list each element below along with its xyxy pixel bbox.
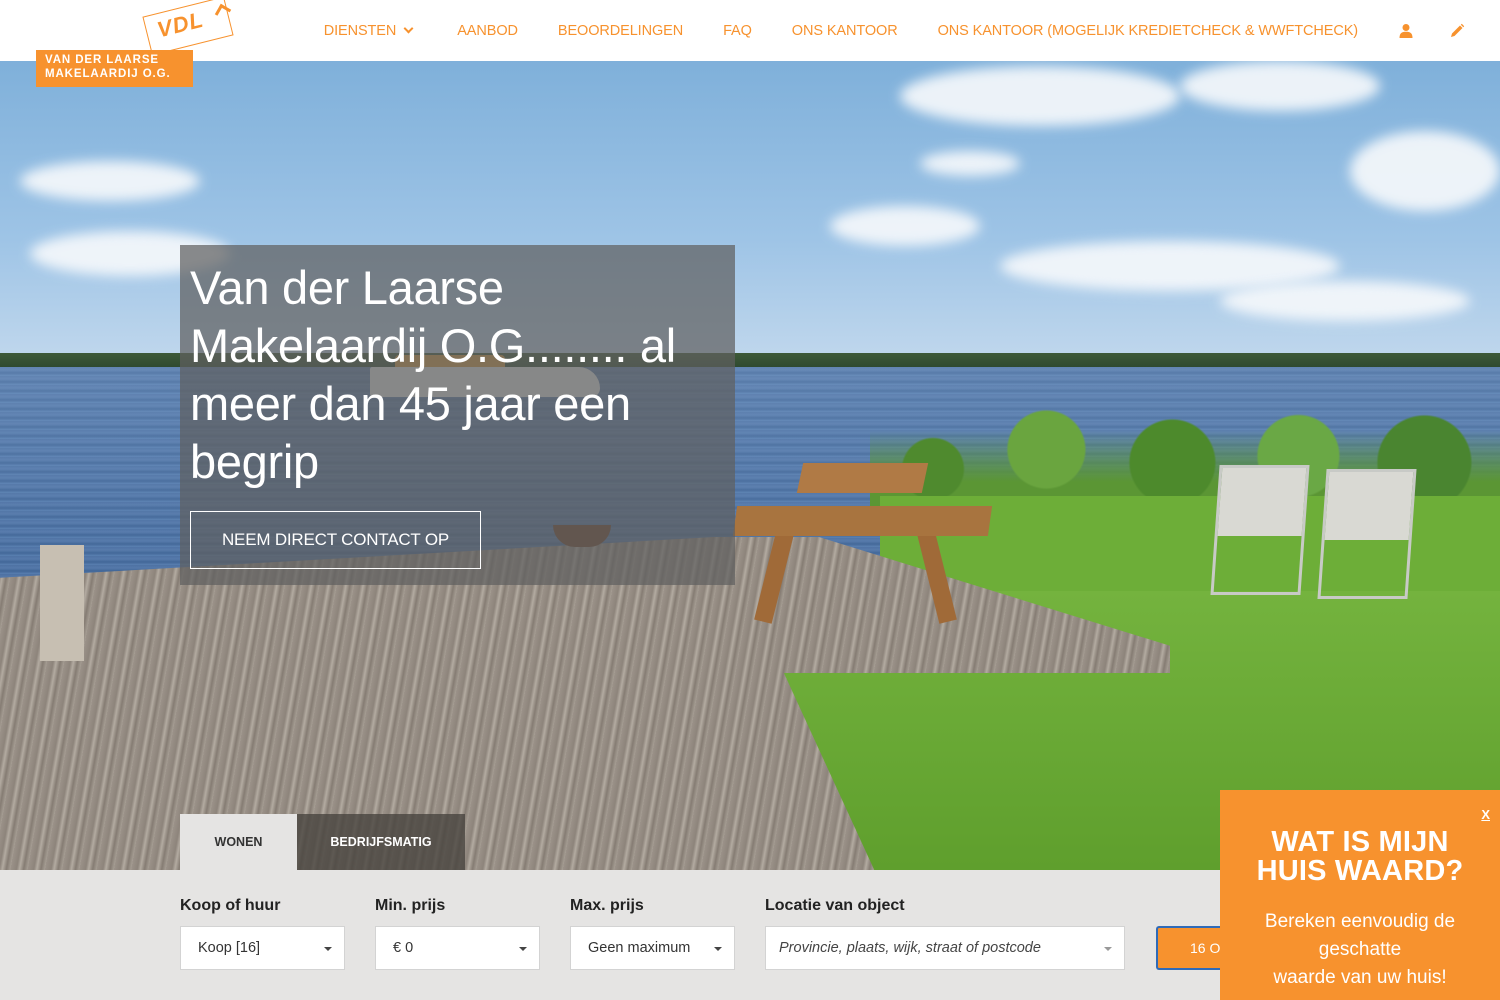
contact-button[interactable]: NEEM DIRECT CONTACT OP: [190, 511, 481, 569]
caret-down-icon: [519, 947, 527, 951]
cloud: [1350, 131, 1500, 211]
nav-item-ons-kantoor-check[interactable]: ONS KANTOOR (MOGELIJK KREDIETCHECK & WWF…: [938, 23, 1359, 39]
max-prijs-select[interactable]: Geen maximum: [570, 926, 735, 970]
cloud: [830, 206, 980, 246]
field-label: Locatie van object: [765, 897, 905, 914]
hero-section: Van der Laarse Makelaardij O.G........ a…: [0, 61, 1500, 870]
field-label: Koop of huur: [180, 897, 281, 914]
hero-overlay: Van der Laarse Makelaardij O.G........ a…: [180, 245, 735, 585]
chevron-down-icon: [403, 23, 414, 34]
account-button[interactable]: [1398, 23, 1414, 39]
field-max-prijs: Max. prijs Geen maximum: [570, 896, 735, 970]
valuation-popup[interactable]: X WAT IS MIJN HUIS WAARD? Bereken eenvou…: [1220, 790, 1500, 1000]
logo[interactable]: VDL VAN DER LAARSE MAKELAARDIJ O.G.: [36, 0, 246, 90]
tab-bedrijfsmatig[interactable]: BEDRIJFSMATIG: [297, 814, 465, 870]
field-locatie: Locatie van object Provincie, plaats, wi…: [765, 896, 1125, 970]
picnic-table-bench: [732, 506, 993, 536]
location-placeholder: Provincie, plaats, wijk, straat of postc…: [779, 940, 1041, 956]
caret-down-icon: [324, 947, 332, 951]
field-label: Max. prijs: [570, 897, 644, 914]
caret-down-icon: [1104, 947, 1112, 951]
edit-button[interactable]: [1449, 23, 1465, 39]
locatie-input[interactable]: Provincie, plaats, wijk, straat of postc…: [765, 926, 1125, 970]
nav-item-diensten[interactable]: DIENSTEN: [323, 22, 414, 39]
popup-title: WAT IS MIJN HUIS WAARD?: [1256, 826, 1464, 887]
tab-wonen[interactable]: WONEN: [180, 814, 297, 870]
lounge-chair: [1317, 469, 1417, 599]
nav-item-ons-kantoor[interactable]: ONS KANTOOR: [792, 23, 898, 39]
select-value: € 0: [393, 940, 414, 956]
field-koop-of-huur: Koop of huur Koop [16]: [180, 896, 345, 970]
field-min-prijs: Min. prijs € 0: [375, 896, 540, 970]
lounge-chair: [1210, 465, 1310, 595]
popup-text-line1: Bereken eenvoudig de geschatte: [1264, 911, 1456, 960]
main-nav: DIENSTEN AANBOD BEOORDELINGEN FAQ ONS KA…: [324, 0, 1500, 61]
nav-item-faq[interactable]: FAQ: [723, 23, 752, 39]
hero-title: Van der Laarse Makelaardij O.G........ a…: [190, 261, 676, 488]
select-value: Geen maximum: [588, 940, 691, 956]
koop-of-huur-select[interactable]: Koop [16]: [180, 926, 345, 970]
nav-item-beoordelingen[interactable]: BEOORDELINGEN: [558, 23, 683, 39]
cloud: [1180, 61, 1380, 111]
site-header: VDL VAN DER LAARSE MAKELAARDIJ O.G. DIEN…: [0, 0, 1500, 87]
close-popup-button[interactable]: X: [1481, 807, 1490, 822]
nav-item-aanbod[interactable]: AANBOD: [457, 23, 518, 39]
select-value: Koop [16]: [198, 940, 261, 956]
caret-down-icon: [714, 947, 722, 951]
logo-line1: VAN DER LAARSE: [45, 54, 159, 66]
min-prijs-select[interactable]: € 0: [375, 926, 540, 970]
cloud: [900, 66, 1180, 126]
user-icon: [1399, 23, 1413, 38]
logo-line2: MAKELAARDIJ O.G.: [45, 67, 171, 80]
cloud: [920, 151, 1020, 176]
nav-label: DIENSTEN: [323, 22, 397, 39]
pencil-icon: [1451, 23, 1465, 37]
field-label: Min. prijs: [375, 897, 446, 914]
cloud: [1220, 281, 1470, 321]
cloud: [20, 161, 200, 201]
popup-text-line2: waarde van uw huis!: [1273, 967, 1447, 988]
search-tabs: WONEN BEDRIJFSMATIG: [180, 814, 465, 870]
picnic-table-top: [796, 463, 929, 493]
popup-text: Bereken eenvoudig de geschatte waarde va…: [1220, 908, 1500, 992]
logo-band: VAN DER LAARSE MAKELAARDIJ O.G.: [36, 50, 193, 87]
deck-post: [40, 545, 84, 661]
